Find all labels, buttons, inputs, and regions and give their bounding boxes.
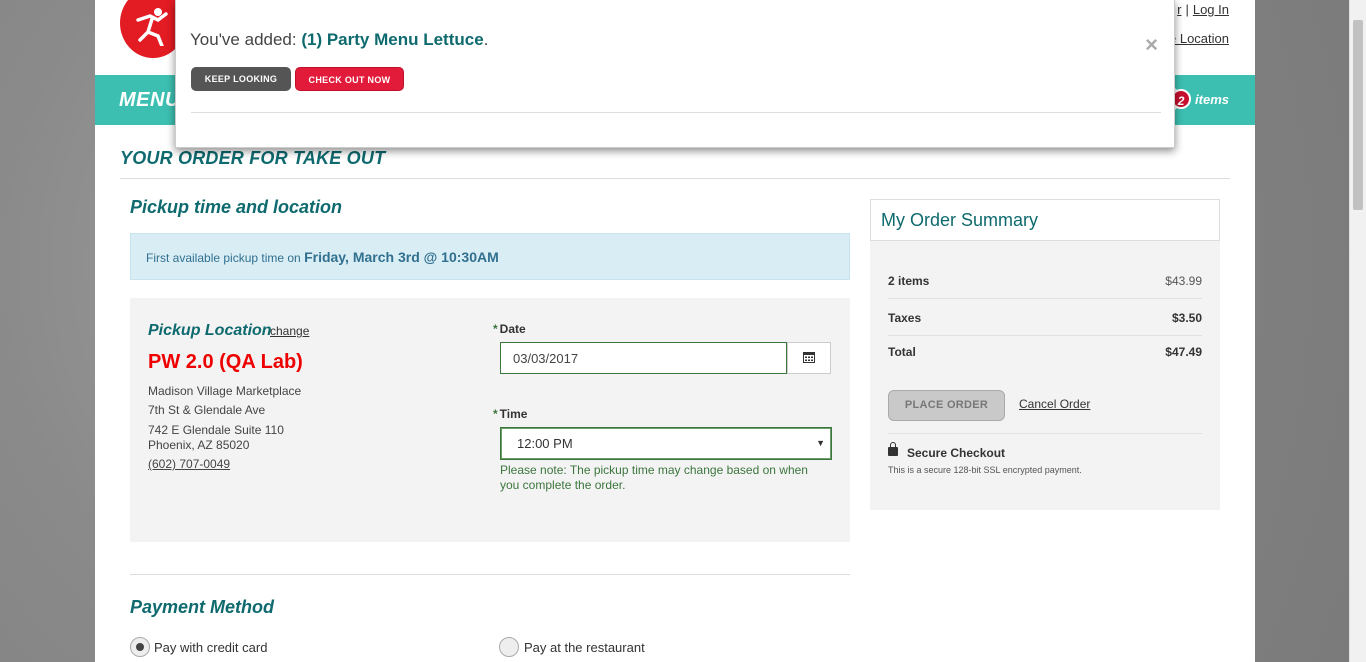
- check-out-now-button[interactable]: CHECK OUT NOW: [295, 67, 404, 91]
- divider: [120, 178, 1230, 179]
- required-mark: *: [493, 322, 498, 336]
- close-icon[interactable]: ×: [1145, 32, 1158, 58]
- pay-restaurant-label[interactable]: Pay at the restaurant: [524, 640, 645, 655]
- added-message: You've added: (1) Party Menu Lettuce.: [190, 30, 488, 50]
- divider: [888, 335, 1202, 336]
- divider: [191, 112, 1161, 113]
- time-select-value: 12:00 PM: [517, 436, 573, 451]
- summary-total-row: Total $47.49: [888, 345, 1202, 359]
- pickup-time-banner: First available pickup time on Friday, M…: [130, 233, 850, 280]
- order-summary: My Order Summary 2 items $43.99 Taxes $3…: [870, 199, 1220, 510]
- summary-items-value: $43.99: [1165, 274, 1202, 288]
- cancel-order-link[interactable]: Cancel Order: [1019, 397, 1090, 411]
- pay-restaurant-radio[interactable]: [499, 637, 519, 657]
- caret-down-icon: ▼: [816, 438, 825, 448]
- time-select[interactable]: 12:00 PM ▼: [500, 427, 832, 460]
- running-figure-icon: [136, 8, 168, 46]
- summary-taxes-label: Taxes: [888, 311, 922, 325]
- place-order-button[interactable]: PLACE ORDER: [888, 390, 1005, 421]
- required-mark: *: [493, 407, 498, 421]
- added-item: (1) Party Menu Lettuce: [301, 30, 484, 49]
- login-link[interactable]: Log In: [1193, 2, 1229, 17]
- cart-items-label: items: [1195, 91, 1229, 107]
- account-link-partial[interactable]: r: [1177, 2, 1181, 17]
- date-label: * Date: [493, 322, 526, 336]
- pickup-panel: Pickup Location change PW 2.0 (QA Lab) M…: [130, 298, 850, 542]
- change-location-button[interactable]: change: [270, 324, 309, 338]
- store-phone-link[interactable]: (602) 707-0049: [148, 457, 230, 471]
- divider: [888, 298, 1202, 299]
- date-input[interactable]: 03/03/2017: [500, 342, 787, 374]
- pickup-location-label: Pickup Location: [148, 322, 272, 339]
- summary-title: My Order Summary: [870, 199, 1220, 241]
- calendar-button[interactable]: [787, 342, 831, 374]
- added-suffix: .: [483, 30, 489, 49]
- link-separator: |: [1185, 2, 1189, 17]
- pickup-note: Please note: The pickup time may change …: [500, 463, 808, 492]
- page-scrollbar[interactable]: [1349, 0, 1366, 662]
- pay-credit-label[interactable]: Pay with credit card: [154, 640, 267, 655]
- added-to-cart-modal: You've added: (1) Party Menu Lettuce. × …: [175, 0, 1175, 148]
- added-prefix: You've added:: [190, 30, 297, 49]
- address-line-3: 742 E Glendale Suite 110: [148, 423, 284, 437]
- address-line-4: Phoenix, AZ 85020: [148, 438, 250, 452]
- summary-total-label: Total: [888, 345, 916, 359]
- page-title: YOUR ORDER FOR TAKE OUT: [120, 148, 386, 168]
- banner-prefix: First available pickup time on: [146, 251, 301, 265]
- account-links: r | Log In: [1177, 3, 1229, 17]
- banner-value: Friday, March 3rd @ 10:30AM: [304, 249, 499, 265]
- secure-checkout-title: Secure Checkout: [907, 446, 1006, 460]
- payment-section-title: Payment Method: [130, 597, 275, 617]
- time-label: * Time: [493, 407, 527, 421]
- scrollbar-thumb[interactable]: [1353, 20, 1363, 210]
- secure-checkout-text: This is a secure 128-bit SSL encrypted p…: [888, 465, 1082, 475]
- time-label-text: Time: [499, 407, 528, 421]
- divider: [130, 574, 850, 575]
- summary-taxes-value: $3.50: [1171, 311, 1202, 325]
- divider: [888, 433, 1202, 434]
- lock-icon: [888, 442, 898, 456]
- summary-total-value: $47.49: [1165, 345, 1202, 359]
- date-label-text: Date: [499, 322, 526, 336]
- store-name: PW 2.0 (QA Lab): [148, 351, 303, 373]
- calendar-icon: [803, 352, 815, 363]
- keep-looking-button[interactable]: KEEP LOOKING: [191, 67, 291, 91]
- summary-items-row: 2 items $43.99: [888, 274, 1202, 288]
- change-location-link[interactable]: e Location: [1169, 31, 1229, 46]
- pay-credit-radio[interactable]: [130, 637, 150, 657]
- summary-taxes-row: Taxes $3.50: [888, 311, 1202, 325]
- nav-menu-link[interactable]: MENU: [119, 89, 180, 112]
- address-line-1: Madison Village Marketplace: [148, 384, 302, 398]
- summary-items-label: 2 items: [888, 274, 930, 288]
- pickup-section-title: Pickup time and location: [130, 197, 343, 217]
- address-line-2: 7th St & Glendale Ave: [148, 403, 266, 417]
